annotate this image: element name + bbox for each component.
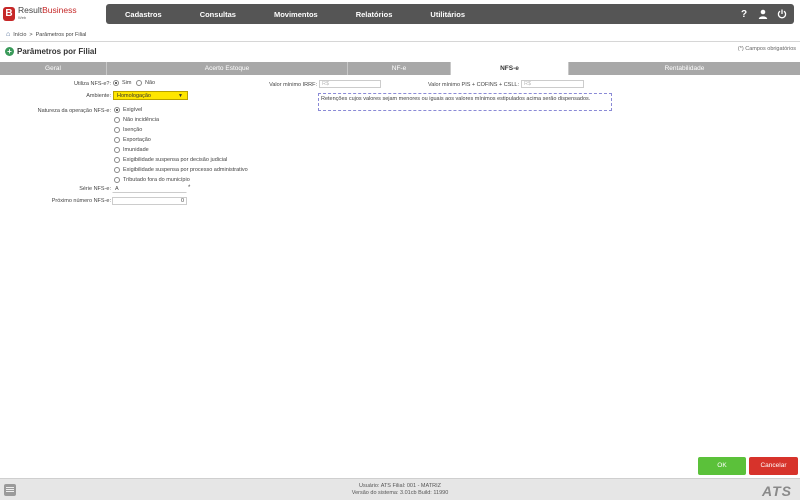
status-footer: Usuário: ATS Filial: 001 - MATRIZ Versão… — [0, 478, 800, 500]
page-title-block: + Parâmetros por Filial — [5, 47, 97, 56]
brand-sub: Web — [18, 15, 27, 20]
irrf-label: Valor mínimo IRRF: — [269, 82, 317, 88]
natureza-option[interactable]: Exigibilidade suspensa por decisão judic… — [114, 157, 227, 163]
ambiente-label: Ambiente: — [86, 93, 111, 99]
radio-nao-incidencia[interactable] — [114, 117, 120, 123]
dropdown-arrow-icon: ▼ — [178, 93, 183, 99]
tab-acerto-estoque[interactable]: Acerto Estoque — [107, 62, 348, 75]
tab-bar: Geral Acerto Estoque NF-e NFS-e Rentabil… — [0, 62, 800, 75]
radio-nao[interactable] — [136, 80, 142, 86]
radio-isencao[interactable] — [114, 127, 120, 133]
pis-label: Valor mínimo PIS + COFINS + CSLL: — [428, 82, 519, 88]
serie-label: Série NFS-e: — [79, 186, 111, 192]
natureza-option[interactable]: Tributado fora do município — [114, 177, 190, 183]
breadcrumb-separator: > — [29, 31, 33, 38]
menu-consultas[interactable]: Consultas — [181, 10, 255, 19]
proximo-input[interactable]: 0 — [112, 197, 187, 205]
radio-imunidade[interactable] — [114, 147, 120, 153]
proximo-label: Próximo número NFS-e: — [51, 198, 111, 204]
natureza-option-label: Isenção — [123, 127, 143, 133]
utiliza-nao-label: Não — [145, 80, 156, 86]
breadcrumb: ⌂ Início > Parâmetros por Filial — [6, 31, 86, 38]
radio-sim[interactable] — [113, 80, 119, 86]
natureza-label: Natureza da operação NFS-e: — [37, 108, 111, 114]
expand-icon[interactable]: + — [5, 47, 14, 56]
required-star: * — [188, 185, 191, 191]
help-icon[interactable]: ? — [739, 8, 749, 20]
natureza-option[interactable]: Não incidência — [114, 117, 159, 123]
footer-info: Usuário: ATS Filial: 001 - MATRIZ Versão… — [0, 483, 800, 496]
ambiente-value: Homologação — [117, 93, 151, 99]
radio-exigivel[interactable] — [114, 107, 120, 113]
retencoes-note: Retenções cujos valores sejam menores ou… — [318, 93, 612, 111]
brand-part2: Business — [42, 5, 77, 15]
home-icon[interactable]: ⌂ — [6, 31, 10, 38]
power-icon[interactable] — [777, 8, 787, 20]
natureza-option-label: Exigibilidade suspensa por decisão judic… — [123, 157, 228, 163]
logo-text: ResultBusiness Web — [18, 6, 77, 22]
utiliza-nao-option[interactable]: Não — [136, 80, 155, 86]
natureza-option-label: Exigibilidade suspensa por processo admi… — [123, 167, 248, 173]
natureza-option-label: Exigível — [123, 107, 143, 113]
natureza-option-label: Tributado fora do município — [123, 177, 190, 183]
main-menu: Cadastros Consultas Movimentos Relatório… — [106, 4, 794, 24]
radio-suspensa-judicial[interactable] — [114, 157, 120, 163]
required-note: (*) Campos obrigatórios — [737, 46, 796, 52]
footer-version-line: Versão do sistema: 3.01cb Build: 11990 — [351, 489, 449, 496]
radio-suspensa-administrativo[interactable] — [114, 167, 120, 173]
menu-relatorios[interactable]: Relatórios — [337, 10, 412, 19]
menu-utilitarios[interactable]: Utilitários — [411, 10, 484, 19]
natureza-option-label: Não incidência — [123, 117, 160, 123]
breadcrumb-current: Parâmetros por Filial — [35, 31, 87, 38]
natureza-option-label: Exportação — [123, 137, 151, 143]
ok-button[interactable]: OK — [698, 457, 746, 475]
pis-input[interactable]: R$ — [521, 80, 584, 88]
natureza-option[interactable]: Exigibilidade suspensa por processo admi… — [114, 167, 248, 173]
tab-nfe[interactable]: NF-e — [348, 62, 451, 75]
breadcrumb-home[interactable]: Início — [13, 32, 26, 38]
utiliza-label: Utiliza NFS-e?: — [74, 81, 111, 87]
natureza-option[interactable]: Exportação — [114, 137, 151, 143]
radio-tributado-fora[interactable] — [114, 177, 120, 183]
utiliza-sim-option[interactable]: Sim — [113, 80, 131, 86]
utiliza-sim-label: Sim — [122, 80, 132, 86]
menu-movimentos[interactable]: Movimentos — [255, 10, 337, 19]
natureza-option-label: Imunidade — [123, 147, 149, 153]
logo-mark: B — [3, 7, 15, 21]
irrf-input[interactable]: R$ — [319, 80, 381, 88]
ats-logo: ATS — [762, 483, 792, 499]
natureza-option[interactable]: Imunidade — [114, 147, 149, 153]
serie-input[interactable]: A — [112, 185, 187, 193]
tab-nfse[interactable]: NFS-e — [451, 62, 569, 75]
cancel-button[interactable]: Cancelar — [749, 457, 798, 475]
ambiente-select[interactable]: Homologação ▼ — [113, 91, 188, 100]
user-icon[interactable] — [758, 8, 768, 20]
app-logo[interactable]: B ResultBusiness Web — [3, 6, 77, 22]
menu-cadastros[interactable]: Cadastros — [106, 10, 181, 19]
divider — [0, 41, 800, 42]
natureza-option[interactable]: Exigível — [114, 107, 142, 113]
tab-geral[interactable]: Geral — [0, 62, 107, 75]
top-bar: B ResultBusiness Web Cadastros Consultas… — [0, 0, 800, 28]
natureza-option[interactable]: Isenção — [114, 127, 142, 133]
page-title: Parâmetros por Filial — [17, 47, 97, 56]
radio-exportacao[interactable] — [114, 137, 120, 143]
tab-rentabilidade[interactable]: Rentabilidade — [569, 62, 800, 75]
